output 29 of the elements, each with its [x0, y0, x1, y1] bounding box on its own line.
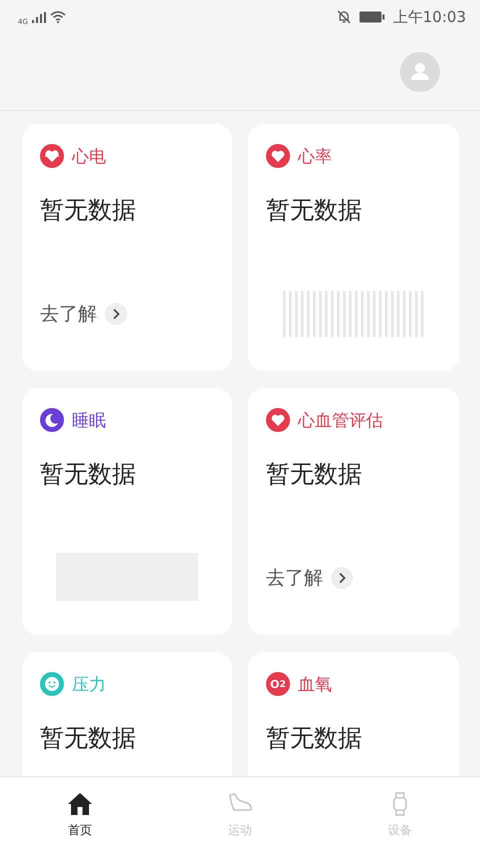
chevron-right-icon	[105, 303, 127, 325]
card-background[interactable]: 心血管评估 暂无数据 去了解	[248, 388, 459, 635]
clock-time: 上午10:03	[392, 8, 466, 26]
no-data-text: 暂无数据	[266, 195, 363, 226]
wifi-icon	[50, 11, 66, 23]
card-background[interactable]: 压力 暂无数据	[22, 652, 232, 776]
card-title: 心血管评估	[298, 410, 383, 432]
card-title: 压力	[72, 674, 106, 696]
learn-more-link[interactable]: 去了解	[266, 565, 353, 591]
home-icon	[67, 792, 93, 816]
card-title: 心电	[72, 146, 106, 168]
card-title: 睡眠	[72, 410, 106, 432]
signal-icon	[32, 12, 46, 22]
no-data-text: 暂无数据	[40, 459, 137, 490]
no-data-text: 暂无数据	[40, 723, 137, 754]
learn-more-link[interactable]: 去了解	[40, 301, 127, 327]
nav-tab[interactable]: 首页	[0, 777, 160, 853]
no-data-text: 暂无数据	[266, 459, 363, 490]
card-background[interactable]: 睡眠 暂无数据	[22, 388, 232, 635]
chevron-right-icon	[331, 567, 353, 589]
no-data-text: 暂无数据	[40, 195, 137, 226]
bell-off-icon	[336, 10, 351, 24]
battery-icon	[358, 11, 385, 23]
avatar-icon[interactable]	[400, 52, 440, 92]
no-data-text: 暂无数据	[266, 723, 363, 754]
card-background[interactable]: 心电 暂无数据 去了解	[22, 124, 232, 371]
card-background[interactable]: 心率 暂无数据	[248, 124, 459, 371]
card-title: 心率	[298, 146, 332, 168]
card-title: 血氧	[298, 674, 332, 696]
